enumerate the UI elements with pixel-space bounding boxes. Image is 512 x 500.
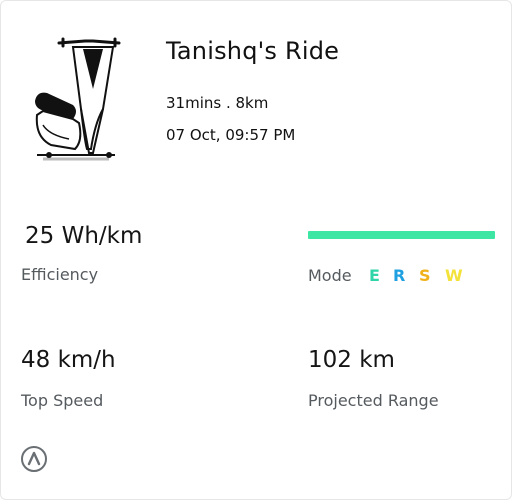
efficiency-value: 25 Wh/km [25, 223, 143, 249]
scooter-icon [35, 37, 121, 161]
top-speed-label: Top Speed [21, 391, 104, 410]
efficiency-label: Efficiency [21, 265, 99, 284]
mode-letter-w: W [445, 266, 463, 285]
mode-bar [308, 231, 495, 239]
brand-logo-icon [21, 446, 47, 472]
ride-summary-card: Tanishq's Ride 31mins . 8km 07 Oct, 09:5… [0, 0, 512, 500]
mode-label: Mode [308, 266, 352, 285]
projected-range-value: 102 km [308, 347, 395, 373]
ride-duration-distance: 31mins . 8km [166, 94, 269, 112]
mode-letter-s: S [419, 266, 431, 285]
mode-letter-r: R [393, 266, 406, 285]
projected-range-label: Projected Range [308, 391, 439, 410]
ride-datetime: 07 Oct, 09:57 PM [166, 126, 296, 144]
top-speed-value: 48 km/h [21, 347, 116, 373]
ride-title: Tanishq's Ride [166, 37, 340, 65]
mode-letter-e: E [369, 266, 380, 285]
